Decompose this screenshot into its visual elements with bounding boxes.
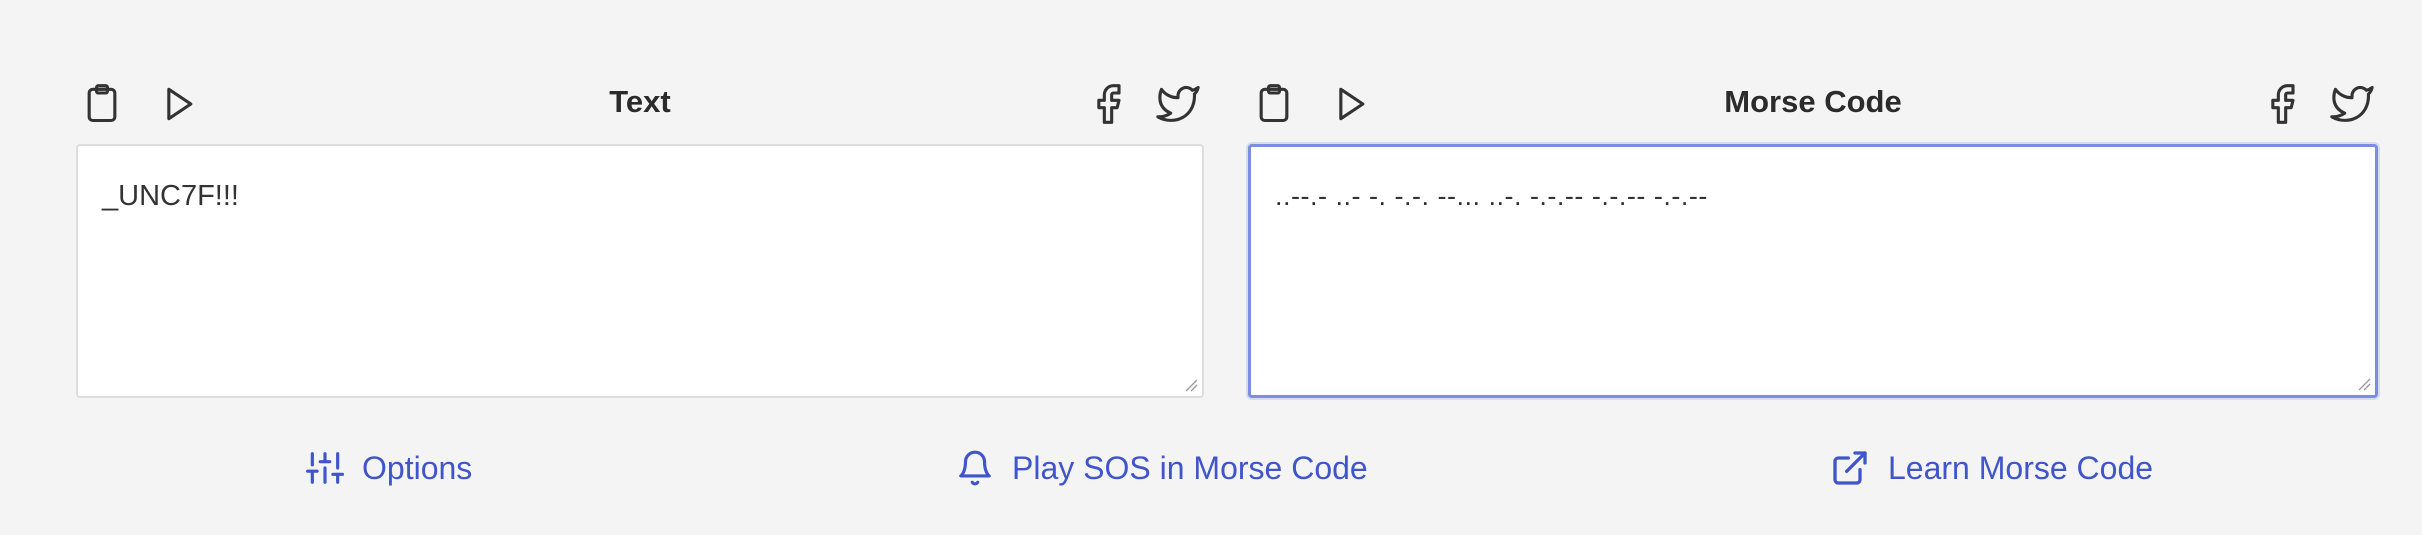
text-panel: Text _UNC7F!!! (76, 68, 1204, 398)
bell-icon (959, 450, 991, 486)
text-input[interactable]: _UNC7F!!! (76, 144, 1204, 398)
morse-panel: Morse Code ..--.- ..- -. -.-. --... ..-.… (1248, 68, 2378, 398)
clipboard-icon[interactable] (1248, 78, 1300, 130)
learn-morse-link[interactable]: Learn Morse Code (1830, 447, 2153, 489)
facebook-icon[interactable] (2256, 78, 2308, 130)
options-link[interactable]: Options (306, 447, 472, 489)
morse-panel-title: Morse Code (1724, 84, 1902, 119)
clipboard-icon[interactable] (76, 78, 128, 130)
resize-handle-icon[interactable] (2355, 375, 2371, 391)
external-link-icon (1833, 451, 1867, 485)
facebook-icon[interactable] (1082, 78, 1134, 130)
play-sos-label: Play SOS in Morse Code (1012, 449, 1368, 486)
play-icon[interactable] (152, 78, 204, 130)
resize-handle-icon[interactable] (1182, 376, 1198, 392)
play-icon[interactable] (1324, 78, 1376, 130)
twitter-icon[interactable] (1152, 78, 1204, 130)
text-input-value: _UNC7F!!! (102, 180, 239, 212)
morse-output[interactable]: ..--.- ..- -. -.-. --... ..-. -.-.-- -.-… (1248, 144, 2378, 398)
text-panel-header: Text (76, 68, 1204, 140)
text-panel-title: Text (609, 84, 671, 119)
play-sos-link[interactable]: Play SOS in Morse Code (956, 447, 1368, 489)
morse-output-value: ..--.- ..- -. -.-. --... ..-. -.-.-- -.-… (1275, 181, 1708, 211)
twitter-icon[interactable] (2326, 78, 2378, 130)
options-label: Options (362, 449, 473, 486)
learn-morse-label: Learn Morse Code (1888, 449, 2154, 486)
sliders-icon (306, 452, 344, 484)
morse-panel-header: Morse Code (1248, 68, 2378, 140)
